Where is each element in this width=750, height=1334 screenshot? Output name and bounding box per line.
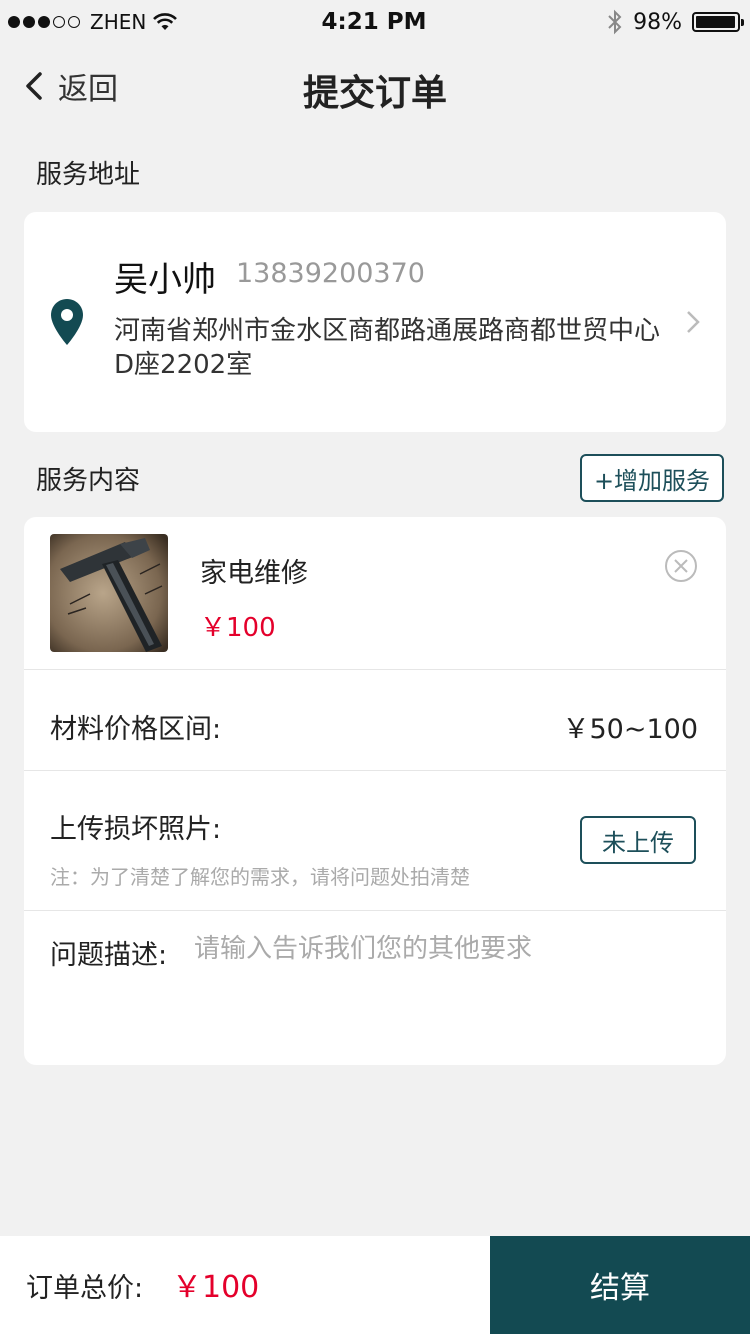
bottom-bar: 订单总价: ￥100 结算 <box>0 1236 750 1334</box>
divider <box>24 669 726 670</box>
description-input[interactable] <box>194 929 694 969</box>
battery-icon <box>692 12 744 32</box>
status-time: 4:21 PM <box>321 9 427 35</box>
close-circle-icon[interactable] <box>664 549 698 583</box>
chevron-right-icon <box>687 311 700 333</box>
address-card[interactable]: 吴小帅 13839200370 河南省郑州市金水区商都路通展路商都世贸中心D座2… <box>24 212 726 432</box>
status-left: ZHEN <box>8 10 248 34</box>
service-name: 家电维修 <box>200 558 308 589</box>
divider <box>24 910 726 911</box>
material-price-value: ￥50~100 <box>562 714 698 745</box>
total-price-value: ￥100 <box>172 1270 260 1305</box>
service-thumbnail <box>50 534 168 652</box>
hammer-image <box>50 534 168 652</box>
add-service-button[interactable]: +增加服务 <box>580 454 724 502</box>
carrier-name: ZHEN <box>90 10 147 34</box>
status-bar: ZHEN 4:21 PM 98% <box>0 0 750 44</box>
address-detail: 河南省郑州市金水区商都路通展路商都世贸中心D座2202室 <box>114 316 661 380</box>
contact-name: 吴小帅 <box>114 260 216 300</box>
service-price: ￥100 <box>200 613 276 643</box>
address-section-label: 服务地址 <box>36 160 141 190</box>
location-pin-icon <box>51 299 83 345</box>
total-price-label: 订单总价: <box>26 1273 144 1304</box>
status-right: 98% <box>500 9 744 35</box>
divider <box>24 770 726 771</box>
upload-note: 注：为了清楚了解您的需求，请将问题处拍清楚 <box>50 865 470 889</box>
upload-photo-label: 上传损坏照片: <box>50 814 222 845</box>
description-label: 问题描述: <box>50 940 168 971</box>
service-section-label: 服务内容 <box>36 466 141 496</box>
checkout-button[interactable]: 结算 <box>490 1236 750 1334</box>
service-card: 家电维修 ￥100 材料价格区间: ￥50~100 上传损坏照片: 注：为了清楚… <box>24 517 726 1065</box>
material-price-label: 材料价格区间: <box>50 714 222 745</box>
upload-button[interactable]: 未上传 <box>580 816 696 864</box>
signal-icon <box>8 16 80 28</box>
battery-fill <box>696 16 736 28</box>
bluetooth-icon <box>608 9 622 35</box>
wifi-icon <box>153 13 178 30</box>
page-title: 提交订单 <box>302 73 447 114</box>
contact-phone: 13839200370 <box>236 258 425 289</box>
battery-percent: 98% <box>633 9 682 35</box>
nav-bar: 返回 提交订单 <box>0 44 750 132</box>
